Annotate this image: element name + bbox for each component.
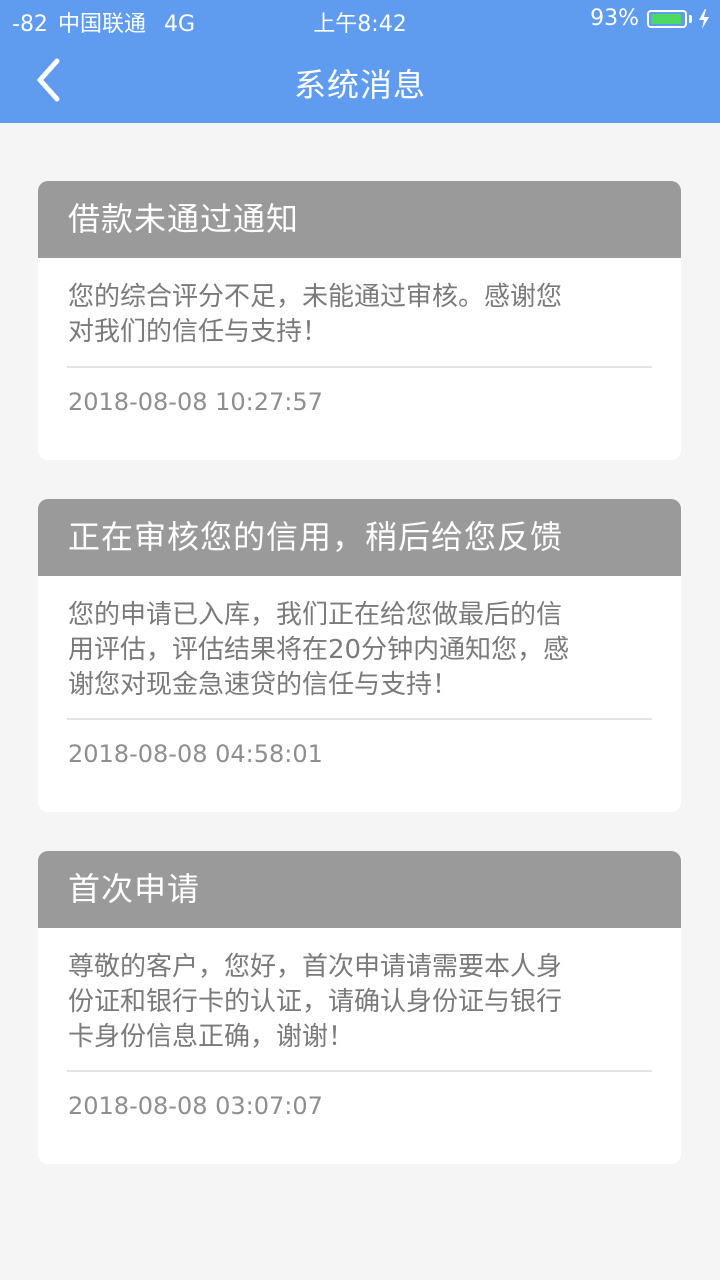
status-right: 93% [590, 6, 710, 31]
message-body: 您的申请已入库，我们正在给您做最后的信 用评估，评估结果将在20分钟内通知您，感… [38, 576, 681, 718]
message-time: 2018-08-08 03:07:07 [68, 1092, 323, 1120]
message-body: 您的综合评分不足，未能通过审核。感谢您 对我们的信任与支持！ [38, 258, 681, 366]
message-title: 正在审核您的信用，稍后给您反馈 [38, 499, 681, 576]
message-line: 您的申请已入库，我们正在给您做最后的信 [68, 600, 563, 630]
message-time: 2018-08-08 04:58:01 [68, 740, 323, 768]
battery-percent: 93% [590, 6, 639, 31]
battery-fill [651, 13, 681, 24]
top-bar: -82 中国联通 4G 上午8:42 93% 系统消息 [0, 0, 720, 123]
charging-bolt-icon [699, 8, 709, 29]
message-line: 份证和银行卡的认证，请确认身份证与银行 [68, 987, 563, 1017]
page-title: 系统消息 [293, 66, 426, 104]
status-bar: -82 中国联通 4G 上午8:42 93% [0, 0, 720, 40]
message-card[interactable]: 正在审核您的信用，稍后给您反馈 您的申请已入库，我们正在给您做最后的信 用评估，… [38, 499, 681, 812]
message-title: 借款未通过通知 [38, 181, 681, 258]
nav-bar: 系统消息 [0, 40, 720, 123]
message-line: 对我们的信任与支持！ [68, 317, 329, 347]
message-line: 卡身份信息正确，谢谢！ [68, 1022, 355, 1052]
message-line: 用评估，评估结果将在20分钟内通知您，感 [68, 635, 570, 665]
message-line: 您的综合评分不足，未能通过审核。感谢您 [68, 282, 563, 312]
message-time: 2018-08-08 10:27:57 [68, 388, 323, 416]
message-body: 尊敬的客户，您好，首次申请请需要本人身 份证和银行卡的认证，请确认身份证与银行 … [38, 928, 681, 1070]
message-line: 谢您对现金急速贷的信任与支持！ [68, 670, 459, 700]
message-title: 首次申请 [38, 851, 681, 928]
battery-cap [689, 14, 692, 23]
message-card[interactable]: 借款未通过通知 您的综合评分不足，未能通过审核。感谢您 对我们的信任与支持！ 2… [38, 181, 681, 460]
battery-icon [647, 9, 687, 28]
message-line: 尊敬的客户，您好，首次申请请需要本人身 [68, 952, 563, 982]
message-card[interactable]: 首次申请 尊敬的客户，您好，首次申请请需要本人身 份证和银行卡的认证，请确认身份… [38, 851, 681, 1164]
